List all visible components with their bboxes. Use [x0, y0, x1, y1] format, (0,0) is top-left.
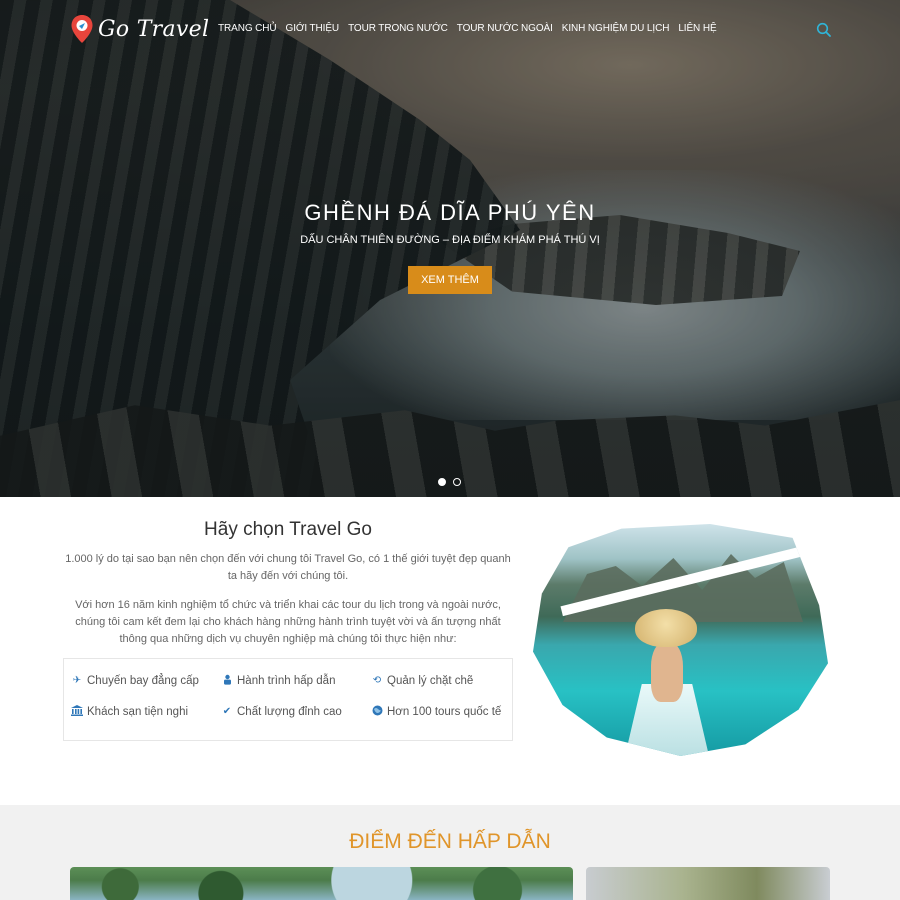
search-icon[interactable]	[816, 22, 832, 38]
hero-subtitle: DẤU CHÂN THIÊN ĐƯỜNG – ĐỊA ĐIỂM KHÁM PHÁ…	[300, 234, 600, 246]
feature-item: ✈ Chuyến bay đẳng cấp	[70, 665, 220, 696]
destination-image	[70, 867, 573, 900]
feature-label: Hơn 100 tours quốc tế	[387, 705, 502, 718]
traveler-icon	[220, 674, 234, 688]
feature-label: Chuyến bay đẳng cấp	[87, 674, 199, 687]
about-paragraph-1: 1.000 lý do tại sao bạn nên chọn đến với…	[65, 553, 511, 582]
logo-text: Go Travel	[98, 16, 210, 42]
feature-label: Quản lý chặt chẽ	[387, 674, 474, 687]
about-paragraph-2: Với hơn 16 năm kinh nghiệm tổ chức và tr…	[75, 599, 501, 645]
main-menu: TRANG CHỦ GIỚI THIỆU TOUR TRONG NƯỚC TOU…	[218, 23, 717, 34]
destinations-section: ĐIỂM ĐẾN HẤP DẪN	[0, 805, 900, 900]
bank-icon	[70, 704, 84, 719]
about-text: Hãy chọn Travel Go 1.000 lý do tại sao b…	[63, 519, 513, 648]
hero-slider: Go Travel TRANG CHỦ GIỚI THIỆU TOUR TRON…	[0, 0, 900, 497]
lagoon-image	[533, 524, 828, 756]
about-title: Hãy chọn Travel Go	[204, 519, 372, 540]
feature-item: ✔ Chất lượng đỉnh cao	[220, 696, 370, 727]
about-photo	[533, 524, 828, 756]
map-pin-icon	[70, 14, 94, 44]
slider-dot-2[interactable]	[453, 478, 461, 486]
feature-item: Hành trình hấp dẫn	[220, 665, 370, 696]
photo-traveler	[651, 642, 683, 702]
feature-item: ⟲ Quản lý chặt chẽ	[370, 665, 520, 696]
view-more-button[interactable]: XEM THÊM	[408, 266, 492, 294]
feature-label: Hành trình hấp dẫn	[237, 674, 336, 687]
menu-item-home[interactable]: TRANG CHỦ	[218, 23, 277, 34]
feature-item: Hơn 100 tours quốc tế	[370, 696, 520, 727]
photo-hat	[635, 609, 697, 647]
hero-caption: GHỀNH ĐÁ DĨA PHÚ YÊN DẤU CHÂN THIÊN ĐƯỜN…	[0, 200, 900, 294]
plane-icon: ✈	[72, 675, 82, 686]
destination-card[interactable]	[70, 867, 573, 900]
check-icon: ✔	[222, 706, 232, 717]
feature-label: Chất lượng đỉnh cao	[237, 705, 342, 718]
globe-icon	[370, 705, 384, 719]
slider-dot-1[interactable]	[438, 478, 446, 486]
why-choose-section: Hãy chọn Travel Go 1.000 lý do tại sao b…	[0, 497, 900, 805]
destination-card[interactable]	[586, 867, 830, 900]
feature-label: Khách sạn tiện nghi	[87, 705, 189, 718]
menu-item-about[interactable]: GIỚI THIỆU	[286, 23, 340, 34]
hero-title: GHỀNH ĐÁ DĨA PHÚ YÊN	[304, 200, 596, 225]
destinations-title: ĐIỂM ĐẾN HẤP DẪN	[349, 830, 551, 853]
feature-item: Khách sạn tiện nghi	[70, 696, 220, 727]
menu-item-domestic-tours[interactable]: TOUR TRONG NƯỚC	[348, 23, 448, 34]
logo[interactable]: Go Travel	[70, 13, 209, 45]
top-nav: Go Travel TRANG CHỦ GIỚI THIỆU TOUR TRON…	[0, 0, 900, 60]
feature-list: ✈ Chuyến bay đẳng cấp Hành trình hấp dẫn…	[63, 658, 513, 741]
menu-item-international-tours[interactable]: TOUR NƯỚC NGOÀI	[457, 23, 553, 34]
history-icon: ⟲	[372, 675, 382, 686]
menu-item-contact[interactable]: LIÊN HỆ	[678, 23, 716, 34]
slider-dots	[438, 478, 461, 486]
menu-item-travel-tips[interactable]: KINH NGHIỆM DU LỊCH	[562, 23, 670, 34]
